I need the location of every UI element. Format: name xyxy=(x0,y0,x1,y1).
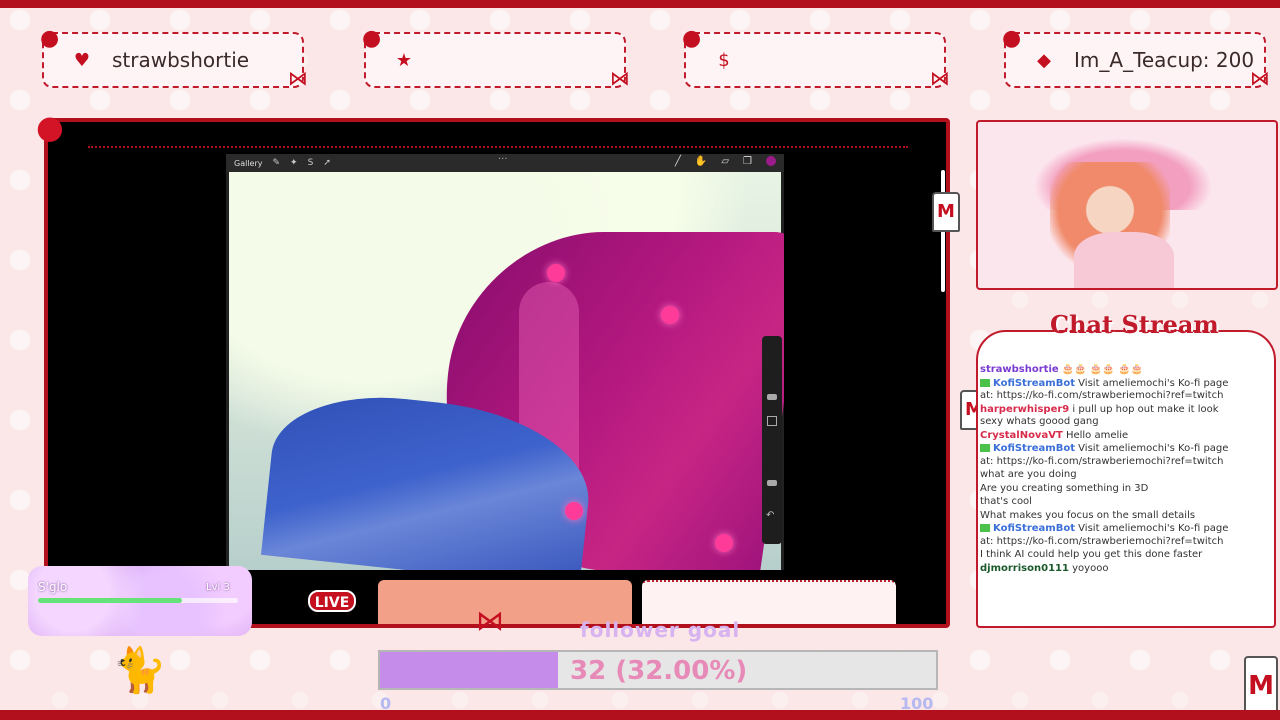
chat-message-text: Are you creating something in 3D xyxy=(980,482,1149,494)
chat-message: that's cool xyxy=(980,496,1230,509)
chat-message-text: What makes you focus on the small detail… xyxy=(980,509,1196,521)
layers-icon[interactable]: ❐ xyxy=(743,156,752,167)
chat-message: KofiStreamBot Visit ameliemochi's Ko-fi … xyxy=(980,378,1230,403)
star-icon: ★ xyxy=(395,49,413,71)
tool-group: ╱ ✋ ▱ ❐ xyxy=(675,156,776,167)
live-badge: LIVE xyxy=(308,590,356,612)
follower-goal-title: follower goal xyxy=(580,618,741,642)
brush-icon[interactable]: ╱ xyxy=(675,156,681,167)
procreate-window[interactable]: Gallery ✎ ✦ S ➚ ··· ╱ ✋ ▱ ❐ xyxy=(226,154,784,570)
art-highlight xyxy=(547,264,565,282)
banner-follower: ● ♥ strawbshortie ⋈ xyxy=(40,26,308,90)
chat-message: Are you creating something in 3D xyxy=(980,483,1230,496)
chat-username[interactable]: KofiStreamBot xyxy=(993,443,1075,454)
chat-message-text: what are you doing xyxy=(980,469,1077,480)
apple-icon: ● xyxy=(362,26,382,51)
chat-message-text: I think AI could help you get this done … xyxy=(980,549,1203,560)
chat-username[interactable]: KofiStreamBot xyxy=(993,523,1075,534)
follower-goal-text: 32 (32.00%) xyxy=(570,656,748,686)
bow-icon: ⋈ xyxy=(610,66,630,90)
bow-icon: ⋈ xyxy=(288,66,308,90)
opacity-knob[interactable] xyxy=(767,480,777,486)
glow-progress-fill xyxy=(38,598,182,603)
follower-goal-fill xyxy=(380,652,558,688)
chat-message: CrystalNovaVT Hello amelie xyxy=(980,430,1230,443)
scallop-border xyxy=(88,128,908,148)
chat-message: I think AI could help you get this done … xyxy=(980,549,1230,562)
latest-follower-text: strawbshortie xyxy=(112,48,250,72)
bow-icon: ⋈ xyxy=(476,604,504,637)
chat-username[interactable]: harperwhisper9 xyxy=(980,404,1069,415)
brush-size-sidebar[interactable]: ↶ xyxy=(762,336,782,544)
art-highlight xyxy=(565,502,583,520)
bot-badge-icon xyxy=(980,378,990,387)
glow-name: S'glo xyxy=(38,580,68,594)
milk-carton-icon: M xyxy=(932,192,960,232)
milk-carton-icon: M xyxy=(1244,656,1278,714)
art-highlight xyxy=(715,534,733,552)
chat-title: Chat Stream xyxy=(1050,310,1219,339)
glow-level: Lvl 3 xyxy=(206,582,230,593)
banner-donation: ● $ ⋈ xyxy=(682,26,950,90)
apple-icon: ● xyxy=(682,26,702,51)
adjustments-icon[interactable]: ✦ xyxy=(290,158,298,168)
color-picker-icon[interactable] xyxy=(766,156,776,166)
webcam-frame xyxy=(976,120,1278,290)
chat-message-text: that's cool xyxy=(980,496,1032,507)
gallery-button[interactable]: Gallery xyxy=(234,159,263,168)
bot-badge-icon xyxy=(980,444,990,452)
chat-message: what are you doing xyxy=(980,469,1230,482)
chat-message: KofiStreamBot Visit ameliemochi's Ko-fi … xyxy=(980,443,1230,468)
wrench-icon[interactable]: ✎ xyxy=(273,158,281,168)
chat-message-text: 🎂🎂 🎂🎂 🎂🎂 xyxy=(1058,364,1143,375)
banner-cheer: ● ◆ Im_A_Teacup: 200 ⋈ xyxy=(1002,26,1270,90)
follower-goal-bar: 32 (32.00%) xyxy=(378,650,938,690)
banner-subscriber: ● ★ ⋈ xyxy=(362,26,630,90)
chat-message-text: Hello amelie xyxy=(1062,429,1129,441)
chat-message-list: strawbshortie 🎂🎂 🎂🎂 🎂🎂 KofiStreamBot Visi… xyxy=(980,364,1230,576)
avatar-dress xyxy=(1074,232,1174,288)
procreate-toolbar: Gallery ✎ ✦ S ➚ ··· ╱ ✋ ▱ ❐ xyxy=(226,154,784,172)
chat-username[interactable]: strawbshortie xyxy=(980,364,1059,375)
chat-message: djmorrison0111 yoyooo xyxy=(980,563,1230,576)
selection-icon[interactable]: S xyxy=(308,158,314,168)
glow-level-widget: S'glo Lvl 3 xyxy=(28,566,252,636)
bottom-border-strip xyxy=(0,710,1280,720)
transform-icon[interactable]: ➚ xyxy=(323,158,331,168)
top-border-strip xyxy=(0,0,1280,8)
chat-message: harperwhisper9 i pull up hop out make it… xyxy=(980,404,1230,429)
glow-progress-bar xyxy=(38,598,238,603)
more-menu-icon[interactable]: ··· xyxy=(498,154,508,165)
brush-size-knob[interactable] xyxy=(767,394,777,400)
apple-icon: ● xyxy=(36,108,64,146)
art-highlight xyxy=(661,306,679,324)
eraser-icon[interactable]: ▱ xyxy=(721,156,729,167)
chat-username[interactable]: CrystalNovaVT xyxy=(980,430,1063,441)
chat-message: KofiStreamBot Visit ameliemochi's Ko-fi … xyxy=(980,523,1230,548)
bot-badge-icon xyxy=(980,524,990,532)
chat-username[interactable]: djmorrison0111 xyxy=(980,563,1069,574)
modify-button[interactable] xyxy=(767,416,777,426)
smudge-icon[interactable]: ✋ xyxy=(695,156,707,167)
chat-message-text: yoyooo xyxy=(1068,562,1109,574)
latest-cheer-text: Im_A_Teacup: 200 xyxy=(1074,48,1255,72)
apple-icon: ● xyxy=(1002,26,1022,51)
artwork-canvas[interactable] xyxy=(229,172,784,570)
money-bag-icon: $ xyxy=(718,49,730,71)
bow-icon: ⋈ xyxy=(1250,66,1270,90)
chat-message: strawbshortie 🎂🎂 🎂🎂 🎂🎂 xyxy=(980,364,1230,377)
gem-icon: ◆ xyxy=(1037,49,1051,71)
apple-icon: ● xyxy=(40,26,60,51)
pixel-cat-icon: 🐈 xyxy=(112,645,167,696)
bow-icon: ⋈ xyxy=(930,66,950,90)
chat-username[interactable]: KofiStreamBot xyxy=(993,378,1075,389)
undo-icon[interactable]: ↶ xyxy=(766,510,774,521)
chat-message: What makes you focus on the small detail… xyxy=(980,510,1230,523)
heart-icon: ♥ xyxy=(73,49,91,71)
